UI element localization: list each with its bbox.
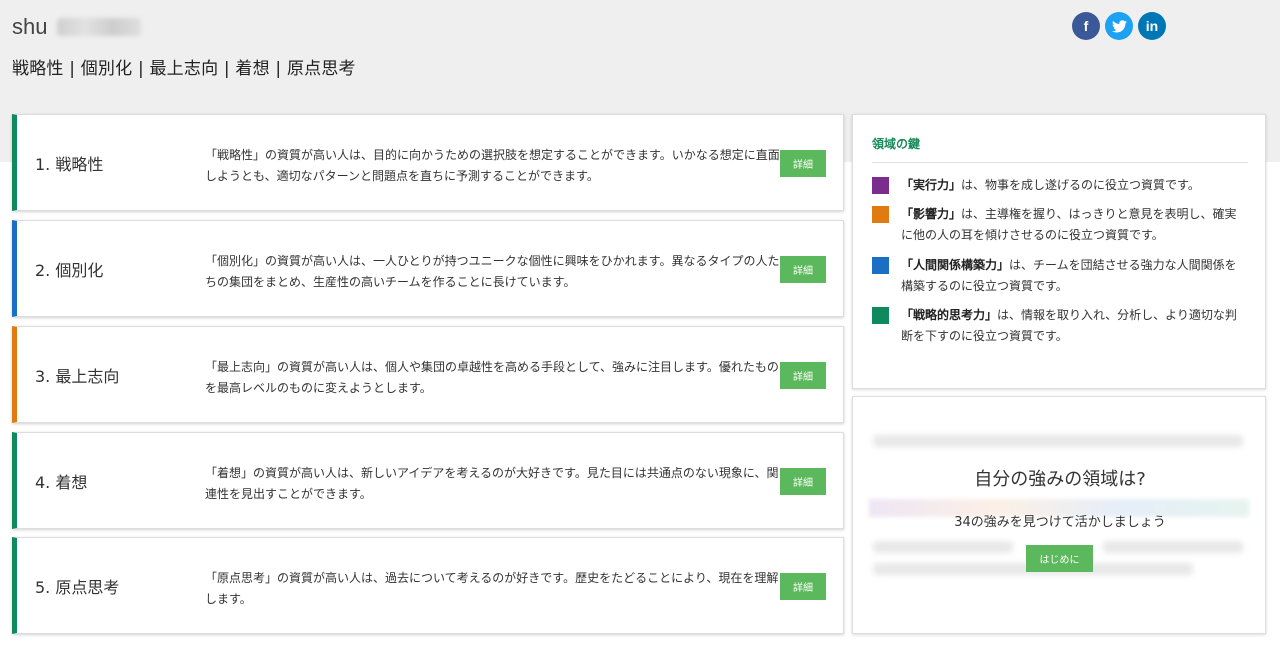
domain-name: 「影響力」 [901,207,962,221]
get-started-button[interactable]: はじめに [1026,545,1093,572]
linkedin-icon[interactable]: in [1138,12,1166,40]
domain-color-swatch [872,206,889,223]
strength-card-5: 5. 原点思考 「原点思考」の資質が高い人は、過去について考えるのが好きです。歴… [12,537,844,634]
strength-title: 2. 個別化 [35,260,104,280]
strength-description: 「着想」の資質が高い人は、新しいアイデアを考えるのが大好きです。見た目には共通点… [205,466,779,501]
domain-name: 「人間関係構築力」 [901,258,1010,272]
strength-title: 5. 原点思考 [35,577,120,597]
domain-color-swatch [872,307,889,324]
domain-color-swatch [872,177,889,194]
detail-button[interactable]: 詳細 [780,362,826,389]
domain-key-panel: 領域の鍵 「実行力」は、物事を成し遂げるのに役立つ資質です。 「影響力」は、主導… [852,114,1266,389]
strength-card-1: 1. 戦略性 「戦略性」の資質が高い人は、目的に向かうための選択肢を想定すること… [12,114,844,211]
top-themes-line: 戦略性 | 個別化 | 最上志向 | 着想 | 原点思考 [12,59,356,79]
twitter-icon[interactable] [1105,12,1133,40]
blurred-background-text [873,541,1013,553]
domain-key-item: 「実行力」は、物事を成し遂げるのに役立つ資質です。 [872,175,1248,196]
domain-key-item: 「人間関係構築力」は、チームを団結させる強力な人間関係を構築するのに役立つ資質で… [872,255,1248,297]
strength-title: 1. 戦略性 [35,154,104,174]
strength-title: 4. 着想 [35,472,88,492]
facebook-icon[interactable]: f [1072,12,1100,40]
strength-card-4: 4. 着想 「着想」の資質が高い人は、新しいアイデアを考えるのが大好きです。見た… [12,432,844,529]
strength-card-3: 3. 最上志向 「最上志向」の資質が高い人は、個人や集団の卓越性を高める手段とし… [12,326,844,423]
domain-name: 「戦略的思考力」 [901,308,998,322]
user-first-name: shu [12,14,48,39]
domain-key-item: 「影響力」は、主導権を握り、はっきりと意見を表明し、確実に他の人の耳を傾けさせる… [872,204,1248,246]
user-name: shu [12,14,142,40]
domain-color-swatch [872,257,889,274]
detail-button[interactable]: 詳細 [780,256,826,283]
cta-title: 自分の強みの領域は? [974,469,1146,490]
strength-description: 「戦略性」の資質が高い人は、目的に向かうための選択肢を想定することができます。い… [205,148,780,183]
divider [872,162,1248,163]
strength-card-2: 2. 個別化 「個別化」の資質が高い人は、一人ひとりが持つユニークな個性に興味を… [12,220,844,317]
detail-button[interactable]: 詳細 [780,468,826,495]
detail-button[interactable]: 詳細 [780,573,826,600]
detail-button[interactable]: 詳細 [780,150,826,177]
cta-panel: 自分の強みの領域は? 34の強みを見つけて活かしましょう はじめに [852,396,1266,634]
blurred-background-text [873,435,1243,447]
domain-text: は、物事を成し遂げるのに役立つ資質です。 [961,178,1200,192]
domain-key-item: 「戦略的思考力」は、情報を取り入れ、分析し、より適切な判断を下すのに役立つ資質で… [872,305,1248,347]
blurred-surname [57,18,142,36]
social-share-buttons: f in [1072,12,1166,40]
cta-subtitle: 34の強みを見つけて活かしましょう [954,515,1166,530]
domain-key-heading: 領域の鍵 [872,137,921,151]
strength-description: 「最上志向」の資質が高い人は、個人や集団の卓越性を高める手段として、強みに注目し… [205,360,779,395]
blurred-background-text [1103,541,1243,553]
strength-title: 3. 最上志向 [35,366,120,386]
strength-description: 「原点思考」の資質が高い人は、過去について考えるのが好きです。歴史をたどることに… [205,571,779,606]
strength-description: 「個別化」の資質が高い人は、一人ひとりが持つユニークな個性に興味をひかれます。異… [205,254,780,289]
domain-name: 「実行力」 [901,178,962,192]
